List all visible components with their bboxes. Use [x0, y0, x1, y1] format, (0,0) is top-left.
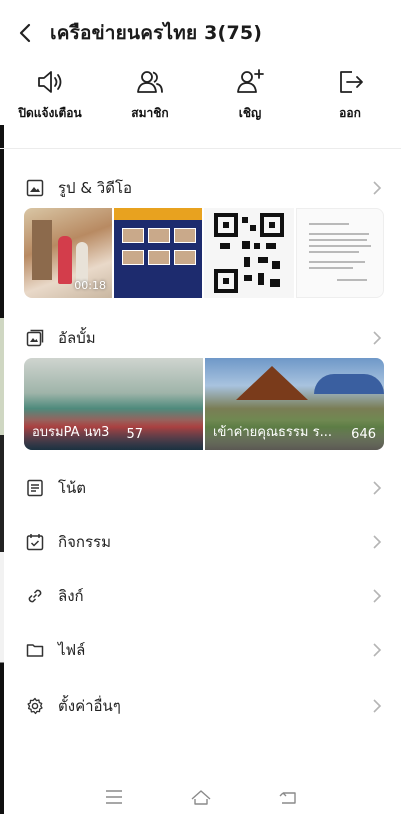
other-settings-label: ตั้งค่าอื่นๆ: [58, 697, 121, 715]
leave-group-button[interactable]: ออก: [300, 66, 400, 126]
members-button[interactable]: สมาชิก: [100, 66, 200, 126]
photo-icon: [26, 179, 44, 197]
album-count: 57: [126, 427, 143, 442]
chevron-left-icon: [19, 23, 31, 43]
action-row: ปิดแจ้งเตือน สมาชิก เชิญ ออก: [0, 66, 401, 126]
mute-label: ปิดแจ้งเตือน: [18, 106, 82, 120]
invite-label: เชิญ: [238, 106, 262, 120]
system-nav-bar: [0, 780, 401, 814]
album-thumbnails: อบรมPA นท3 57 เข้าค่ายคุณธรรม ร... 646: [24, 358, 384, 450]
events-label: กิจกรรม: [58, 533, 111, 551]
invite-icon: [237, 69, 264, 93]
chevron-right-icon: [373, 589, 382, 603]
home-icon[interactable]: [189, 787, 213, 807]
chevron-right-icon: [373, 535, 382, 549]
group-title: เครือข่ายนครไทย 3(75): [50, 22, 263, 44]
photo-thumbnail[interactable]: [114, 208, 202, 298]
notes-label: โน้ต: [58, 479, 87, 497]
chevron-right-icon: [373, 481, 382, 495]
events-row[interactable]: กิจกรรม: [0, 522, 401, 562]
speaker-icon: [38, 71, 62, 93]
qr-code-thumbnail[interactable]: [204, 208, 294, 298]
document-thumbnail[interactable]: [296, 208, 384, 298]
album-count: 646: [351, 427, 376, 442]
divider: [0, 148, 401, 149]
media-thumbnails: 00:18: [24, 208, 384, 298]
albums-label: อัลบั้ม: [58, 329, 96, 347]
albums-row[interactable]: อัลบั้ม: [0, 318, 401, 358]
members-icon: [137, 71, 163, 93]
video-thumbnail[interactable]: 00:18: [24, 208, 112, 298]
chevron-right-icon: [373, 181, 382, 195]
calendar-icon: [26, 534, 44, 551]
notes-row[interactable]: โน้ต: [0, 468, 401, 508]
header: เครือข่ายนครไทย 3(75): [0, 14, 401, 52]
photos-videos-row[interactable]: รูป & วิดีโอ: [0, 168, 401, 208]
link-icon: [28, 589, 42, 603]
members-label: สมาชิก: [131, 106, 169, 120]
other-settings-row[interactable]: ตั้งค่าอื่นๆ: [0, 686, 401, 726]
files-label: ไฟล์: [58, 641, 86, 659]
album-icon: [26, 329, 44, 347]
menu-icon[interactable]: [102, 787, 126, 807]
video-duration: 00:18: [74, 279, 106, 292]
photos-videos-label: รูป & วิดีโอ: [58, 179, 133, 197]
album-title: เข้าค่ายคุณธรรม ร...: [213, 425, 332, 440]
back-button[interactable]: [0, 14, 50, 52]
files-row[interactable]: ไฟล์: [0, 630, 401, 670]
album-card[interactable]: เข้าค่ายคุณธรรม ร... 646: [205, 358, 384, 450]
chevron-right-icon: [373, 331, 382, 345]
back-icon[interactable]: [276, 787, 300, 807]
album-card[interactable]: อบรมPA นท3 57: [24, 358, 203, 450]
links-label: ลิงก์: [58, 587, 84, 605]
qr-code-icon: [214, 213, 284, 293]
folder-icon: [26, 644, 44, 657]
album-title: อบรมPA นท3: [32, 425, 110, 440]
exit-icon: [340, 71, 363, 93]
note-icon: [27, 479, 43, 497]
chevron-right-icon: [373, 699, 382, 713]
invite-button[interactable]: เชิญ: [200, 66, 300, 126]
mute-notifications-button[interactable]: ปิดแจ้งเตือน: [0, 66, 100, 126]
leave-label: ออก: [339, 106, 361, 120]
gear-icon: [27, 697, 43, 715]
links-row[interactable]: ลิงก์: [0, 576, 401, 616]
chevron-right-icon: [373, 643, 382, 657]
